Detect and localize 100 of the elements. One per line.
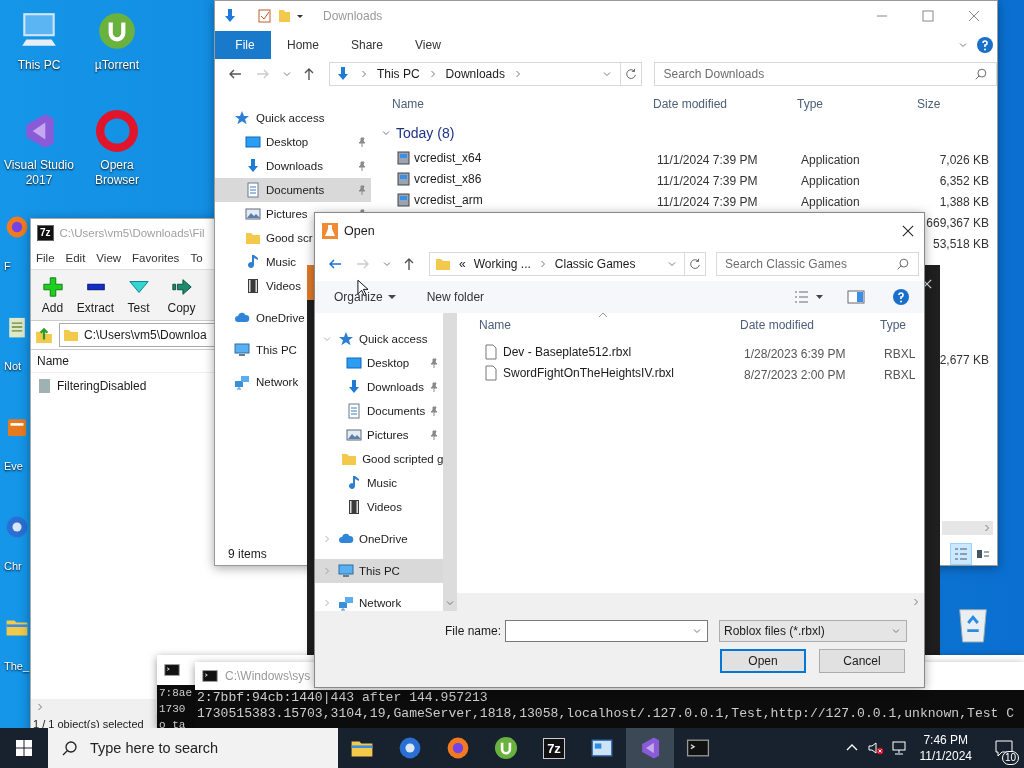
preview-pane-icon[interactable] [847,289,865,305]
search-field[interactable]: Type here to search [48,728,338,768]
toolbar-button[interactable]: Extract [74,270,117,320]
file-name[interactable]: vcredist_arm [396,192,483,208]
sidebar-item[interactable]: Pictures [315,423,444,447]
pin-icon [357,137,367,147]
sidebar-item[interactable]: OneDrive [315,527,444,551]
scroll-left-icon [36,702,44,711]
ribbon-tab[interactable]: Share [335,31,400,59]
address-bar[interactable]: « Working ... Classic Games [429,252,706,276]
sidebar-item[interactable]: Quick access [215,106,371,130]
ribbon-tab[interactable]: File [215,31,271,59]
recent-locations-icon [383,260,391,268]
menu-item[interactable]: File [36,252,55,264]
installer-icon [396,150,412,166]
command-button[interactable]: Organize [329,286,401,308]
menu-item[interactable]: Favorites [132,252,180,264]
column-header[interactable]: Date modified [653,96,797,111]
column-header[interactable]: Size [917,96,985,111]
column-header[interactable]: Name [479,318,740,332]
scrollbar[interactable] [443,313,457,611]
ribbon-tab[interactable]: View [399,31,457,59]
console-line: 1730515383.15703,3104,19,GameServer,1818,13058,localhost/.127.0.0.1,Test,http://127.0.0.1,unknown,Test C [197,706,1015,722]
file-name[interactable]: SwordFightOnTheHeightsIV.rbxl [483,365,674,381]
network-icon[interactable] [891,740,908,756]
sidebar-item[interactable]: Network [315,591,444,611]
table-cell: Application [801,194,860,209]
pin-icon [357,161,367,171]
speaker-muted-icon[interactable] [867,740,884,756]
help-icon[interactable] [977,37,993,53]
scrollbar[interactable] [31,699,156,714]
dialog-button[interactable]: Open [720,649,806,673]
toolbar-button[interactable]: Test [117,270,160,320]
column-header[interactable]: Type [880,318,920,332]
notification-button[interactable]: 10 [984,728,1024,768]
scroll-right-icon [912,598,920,606]
sidebar-item[interactable]: Videos [315,495,444,519]
flask-icon [322,223,338,239]
file-row[interactable]: FilteringDisabled [31,373,147,394]
file-type-dropdown[interactable]: Roblox files (*.rbxl) [719,620,907,642]
terminal-icon [201,667,219,685]
round-logo-icon [397,735,423,761]
table-cell-text: 1/28/2023 6:39 PM [744,346,847,361]
sidebar-item[interactable]: Desktop [215,130,371,154]
round-logo-icon [493,735,519,761]
folder-up-icon[interactable] [35,326,53,344]
sidebar-item[interactable]: Documents [215,178,371,202]
console-line: 7:8ae [159,686,192,701]
music-note-icon [245,254,261,270]
computer-icon [234,342,250,358]
file-name[interactable]: vcredist_x86 [396,171,482,187]
column-header[interactable]: Name [37,354,177,368]
table-cell-text: 8/27/2023 2:00 PM [744,367,847,382]
sidebar-item[interactable]: Downloads [315,375,444,399]
command-button[interactable]: New folder [421,286,490,308]
dropdown-icon [603,70,612,78]
address-bar[interactable]: This PC Downloads [328,62,643,86]
sidebar-item[interactable]: Music [315,471,444,495]
menu-item[interactable]: View [96,252,122,264]
star-icon [338,331,354,347]
table-cell-text: RBXL [884,346,917,361]
file-name[interactable]: Dev - Baseplate512.rbxl [483,344,632,360]
taskbar-button[interactable]: 7z [530,728,578,768]
ribbon-tab[interactable]: Home [271,31,335,59]
clock[interactable]: 7:46 PM 11/1/2024 [919,732,972,764]
sidebar-item[interactable]: This PC [315,559,444,583]
toolbar-button[interactable]: Add [31,270,74,320]
column-header[interactable]: Type [797,96,917,111]
sort-caret-icon [598,312,608,318]
monitor-icon [245,134,261,150]
chevron-icon [382,128,390,137]
windows-logo-icon[interactable] [16,740,32,756]
table-cell: 2,677 KB [939,352,989,367]
window-title: C:\Windows\sys [225,669,311,683]
menu-item[interactable]: Edit [65,252,86,264]
scrollbar[interactable] [457,593,924,611]
file-name-field[interactable] [505,620,708,642]
ring-logo-icon [96,110,138,152]
column-header[interactable]: Name [392,96,653,111]
breadcrumb-chevron-icon [428,70,437,78]
help-icon[interactable] [893,289,909,305]
close-icon[interactable] [902,225,914,237]
search-field[interactable]: Search Downloads [654,62,997,86]
file-name[interactable]: vcredist_x64 [396,150,482,166]
dialog-button[interactable]: Cancel [819,649,905,673]
toolbar-button[interactable]: Copy [160,270,203,320]
sidebar-item[interactable]: Good scripted g [315,447,444,471]
sidebar-item[interactable]: Downloads [215,154,371,178]
view-options-icon[interactable] [793,289,825,305]
window-title: Open [344,224,375,238]
sidebar-item[interactable]: Desktop [315,351,444,375]
group-header[interactable]: Today (8) [371,116,455,149]
scrollbar[interactable] [942,521,993,535]
scroll-right-icon [983,524,991,532]
search-field[interactable]: Search Classic Games [716,252,919,276]
table-cell: 53,518 KB [932,236,989,251]
menu-item[interactable]: To [190,252,203,264]
column-header[interactable]: Date modified [740,318,880,332]
sidebar-item[interactable]: Documents [315,399,444,423]
table-cell: 6,352 KB [939,173,989,188]
